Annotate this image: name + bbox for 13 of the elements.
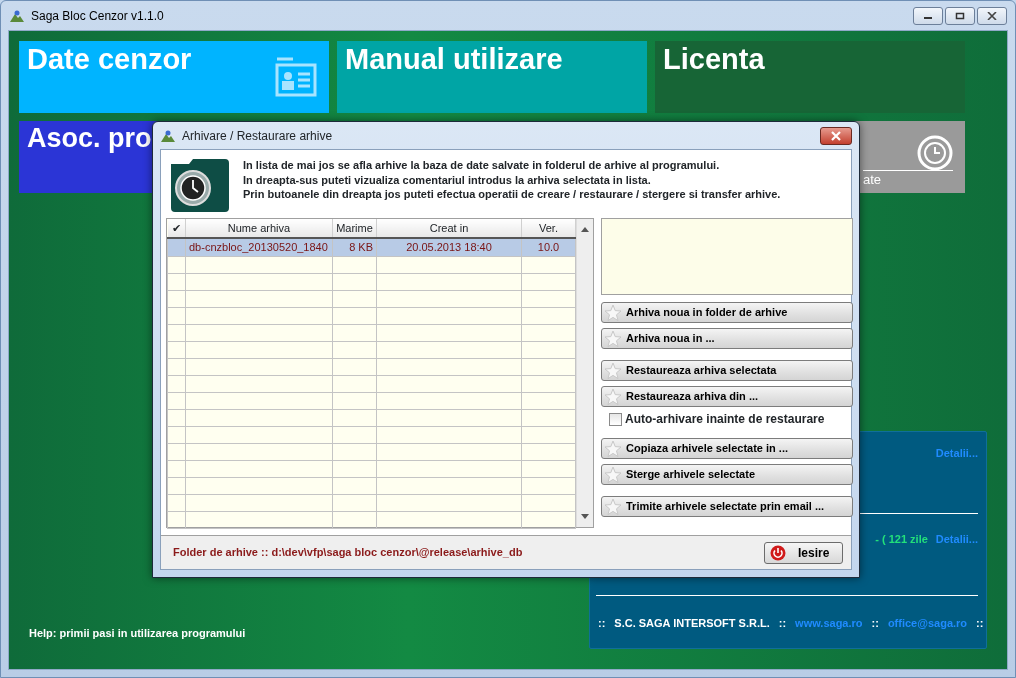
dialog-title: Arhivare / Restaurare arhive xyxy=(182,127,333,145)
license-notice: - ( 121 zile xyxy=(875,532,928,547)
separator-text: :: xyxy=(778,616,787,631)
archive-folder-path: Folder de arhive :: d:\dev\vfp\saga bloc cenzor\@release\arhive_db xyxy=(173,545,523,561)
company-name: S.C. SAGA INTERSOFT S.R.L. xyxy=(614,616,770,631)
intro-text: In dreapta-sus puteti vizualiza comentariul introdus la arhiva selectata in lista. xyxy=(243,172,652,187)
intro-text: Prin butoanele din dreapta jos puteti efectua operatii de creare / restaurare / stergere si transfer arhive. xyxy=(243,187,781,202)
window-title: Saga Bloc Cenzor v1.1.0 xyxy=(31,7,164,25)
checkbox-label: Auto-arhivare inainte de restaurare xyxy=(625,411,825,428)
separator-text: :: xyxy=(976,616,984,631)
separator-text: :: xyxy=(598,616,606,631)
intro-text: In lista de mai jos se afla arhive la baza de date salvate in folderul de arhive al programului. xyxy=(243,158,721,173)
separator-text: :: xyxy=(871,616,879,631)
